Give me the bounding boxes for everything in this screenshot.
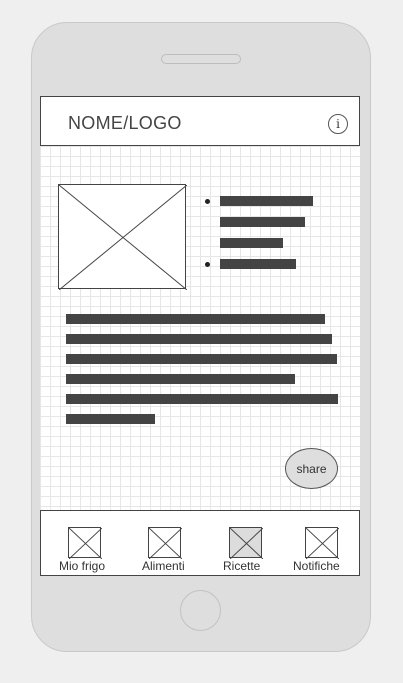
paragraph-line <box>66 334 332 344</box>
image-placeholder-icon <box>58 184 187 290</box>
tab-label: Ricette <box>223 559 261 573</box>
text-line <box>220 259 296 269</box>
tab-label: Notifiche <box>293 559 340 573</box>
paragraph-line <box>66 354 337 364</box>
share-button[interactable]: share <box>285 448 338 489</box>
bullet-icon <box>205 199 210 204</box>
paragraph-line <box>66 374 295 384</box>
paragraph-line <box>66 394 338 404</box>
text-line <box>220 238 283 248</box>
tab-placeholder-icon <box>229 527 263 559</box>
tab-bar: Mio frigo Alimenti Ricette Notifiche <box>40 510 360 576</box>
home-button[interactable] <box>180 590 221 631</box>
app-title: NOME/LOGO <box>68 113 182 133</box>
text-line <box>220 217 305 227</box>
text-line <box>220 196 313 206</box>
paragraph-line <box>66 314 325 324</box>
tab-label: Mio frigo <box>59 559 106 573</box>
phone-speaker <box>161 54 241 64</box>
tab-mio-frigo[interactable]: Mio frigo <box>41 511 123 575</box>
app-header: NOME/LOGO i <box>40 96 360 146</box>
tab-placeholder-icon <box>68 527 102 559</box>
tab-ricette[interactable]: Ricette <box>203 511 283 575</box>
tab-alimenti[interactable]: Alimenti <box>123 511 203 575</box>
paragraph-line <box>66 414 155 424</box>
tab-label: Alimenti <box>142 559 185 573</box>
info-button[interactable]: i <box>328 114 348 134</box>
app-screen: NOME/LOGO i share Mio frigo Alimenti Ric… <box>40 96 360 576</box>
bullet-icon <box>205 262 210 267</box>
tab-notifiche[interactable]: Notifiche <box>283 511 361 575</box>
tab-placeholder-icon <box>305 527 339 559</box>
tab-placeholder-icon <box>148 527 182 559</box>
